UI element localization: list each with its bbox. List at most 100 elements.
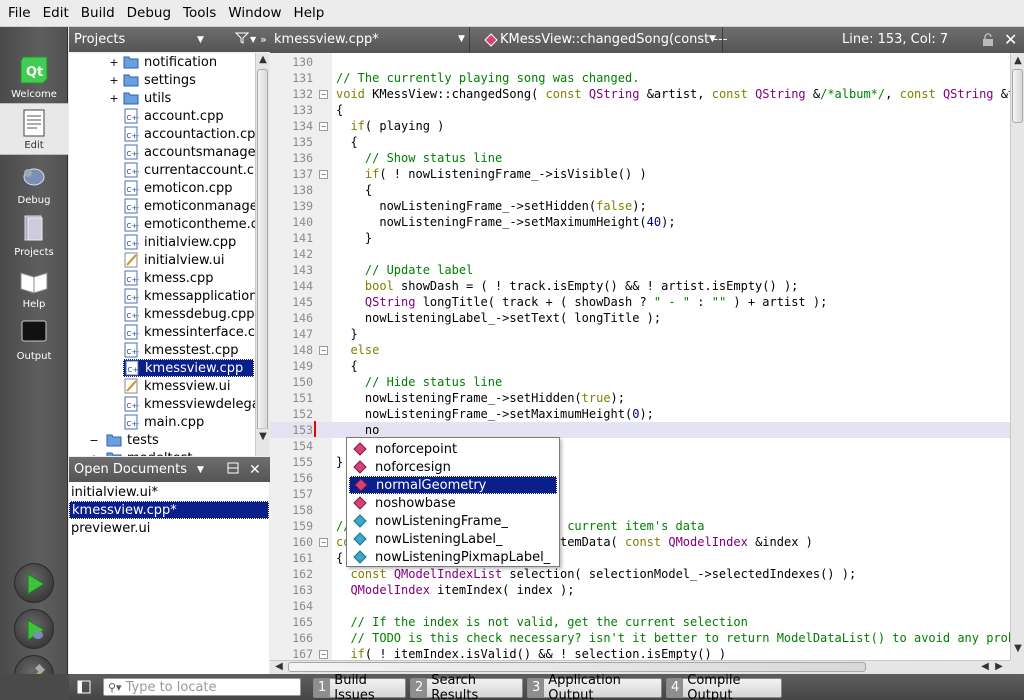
- tree-item[interactable]: + notification: [109, 53, 217, 71]
- tree-item[interactable]: C++ kmess.cpp: [123, 269, 214, 287]
- scroll-up-icon[interactable]: ▲: [1011, 55, 1024, 66]
- debug-run-button[interactable]: [14, 609, 54, 649]
- line-number: 139: [292, 199, 313, 213]
- completion-item[interactable]: noforcepoint: [349, 440, 557, 458]
- tree-item[interactable]: C++ initialview.cpp: [123, 233, 236, 251]
- line-number: 159: [292, 519, 313, 533]
- tree-scrollbar[interactable]: ▲: [255, 53, 269, 456]
- editor-hscroll-thumb[interactable]: [288, 662, 866, 672]
- code-line: 165 // If the index is not valid, get th…: [270, 614, 1010, 630]
- code-completion-popup[interactable]: noforcepoint noforcesign normalGeometry nos…: [346, 437, 560, 567]
- close-icon[interactable]: ✕: [249, 462, 261, 478]
- chevron-down-icon[interactable]: ▼: [197, 465, 204, 475]
- expand-icon[interactable]: +: [109, 92, 119, 105]
- fold-marker-icon[interactable]: −: [319, 650, 328, 659]
- tree-item[interactable]: C++ kmessapplication.c: [123, 287, 269, 305]
- menu-file[interactable]: File: [2, 5, 37, 21]
- run-button[interactable]: [14, 563, 54, 603]
- mode-output[interactable]: Output: [0, 313, 68, 365]
- tree-item[interactable]: + modeltest: [89, 449, 192, 456]
- menu-edit[interactable]: Edit: [37, 5, 75, 21]
- fold-marker-icon[interactable]: −: [319, 538, 328, 547]
- more-icon[interactable]: »: [260, 33, 267, 46]
- completion-item[interactable]: normalGeometry: [349, 476, 557, 494]
- collapse-icon[interactable]: −: [89, 434, 99, 447]
- tab-compile-output[interactable]: 4 Compile Output: [666, 673, 782, 700]
- split-icon[interactable]: [227, 462, 239, 478]
- completion-item[interactable]: nowListeningLabel_: [349, 530, 557, 548]
- scroll-left-icon[interactable]: ◀: [978, 661, 992, 672]
- editor-scrollbar[interactable]: ▲ ▼: [1010, 53, 1024, 660]
- tab-search-results[interactable]: 2 Search Results: [410, 673, 523, 700]
- scroll-down-icon[interactable]: ▼: [256, 431, 270, 442]
- tree-item[interactable]: + settings: [109, 71, 195, 89]
- completion-item[interactable]: noforcesign: [349, 458, 557, 476]
- symbol-selector[interactable]: KMessView::changedSong(const ---: [500, 32, 727, 47]
- tree-item[interactable]: C++ kmessviewdelegat: [123, 395, 265, 413]
- menu-tools[interactable]: Tools: [177, 5, 222, 21]
- scroll-up-icon[interactable]: ▲: [256, 54, 270, 65]
- file-selector[interactable]: kmessview.cpp*: [274, 32, 379, 47]
- editor-hscrollbar[interactable]: ◀ ◀ ▶: [270, 660, 1010, 674]
- close-icon[interactable]: ✕: [1004, 30, 1017, 49]
- scroll-down-icon[interactable]: ▼: [1011, 643, 1024, 654]
- tree-item[interactable]: C++ accountaction.cpp: [123, 125, 264, 143]
- tree-scroll-down[interactable]: ▼: [255, 428, 269, 456]
- tree-item[interactable]: C++ main.cpp: [123, 413, 204, 431]
- lock-icon[interactable]: [981, 33, 995, 51]
- menu-debug[interactable]: Debug: [121, 5, 177, 21]
- fold-marker-icon[interactable]: −: [319, 90, 328, 99]
- open-document-item[interactable]: previewer.ui: [69, 519, 269, 537]
- tree-item[interactable]: initialview.ui: [123, 251, 224, 269]
- menu-help[interactable]: Help: [288, 5, 331, 21]
- tab-build-issues[interactable]: 1 Build Issues: [313, 673, 406, 700]
- menu-window[interactable]: Window: [222, 5, 287, 21]
- chevron-down-icon[interactable]: ▼: [197, 35, 204, 45]
- open-document-item[interactable]: kmessview.cpp*: [69, 501, 269, 519]
- scroll-left-icon[interactable]: ◀: [272, 661, 286, 672]
- tree-item[interactable]: C++ kmessview.cpp: [123, 359, 254, 377]
- mode-welcome[interactable]: Qt Welcome: [0, 51, 68, 103]
- tree-item[interactable]: − tests: [89, 431, 158, 449]
- chevron-down-icon[interactable]: ▼: [709, 34, 716, 44]
- mode-edit[interactable]: Edit: [0, 103, 68, 155]
- toggle-sidebar-icon[interactable]: [77, 680, 91, 698]
- scroll-right-icon[interactable]: ▶: [992, 661, 1006, 672]
- chevron-down-icon[interactable]: ▼: [458, 34, 465, 44]
- tree-item[interactable]: C++ kmessdebug.cpp: [123, 305, 255, 323]
- open-documents-title[interactable]: Open Documents: [69, 462, 187, 477]
- line-number: 130: [292, 55, 313, 69]
- tree-item[interactable]: + utils: [109, 89, 171, 107]
- tree-item[interactable]: C++ kmessinterface.cp: [123, 323, 263, 341]
- locator-field[interactable]: ⚲▾ Type to locate: [103, 678, 301, 696]
- mode-projects[interactable]: Projects: [0, 209, 68, 261]
- menu-build[interactable]: Build: [75, 5, 121, 21]
- completion-item[interactable]: nowListeningFrame_: [349, 512, 557, 530]
- tree-item[interactable]: C++ account.cpp: [123, 107, 224, 125]
- expand-icon[interactable]: +: [89, 452, 99, 457]
- fold-marker-icon[interactable]: −: [319, 122, 328, 131]
- fold-marker-icon[interactable]: −: [319, 346, 328, 355]
- tree-item[interactable]: kmessview.ui: [123, 377, 230, 395]
- filter-icon[interactable]: [234, 32, 250, 48]
- tree-scroll-thumb[interactable]: [257, 69, 268, 449]
- filter-dropdown-icon[interactable]: ▼: [250, 35, 256, 44]
- completion-item[interactable]: nowListeningPixmapLabel_: [349, 548, 557, 566]
- tree-item[interactable]: C++ kmesstest.cpp: [123, 341, 239, 359]
- mode-debug[interactable]: Debug: [0, 157, 68, 209]
- tree-item[interactable]: C++ currentaccount.cp: [123, 161, 262, 179]
- editor-scroll-thumb[interactable]: [1012, 69, 1023, 123]
- code-editor[interactable]: 130 131 // The currently playing song was …: [270, 53, 1010, 660]
- projects-view-selector[interactable]: Projects: [69, 32, 199, 47]
- open-document-item[interactable]: initialview.ui*: [69, 483, 269, 501]
- tree-item[interactable]: C++ accountsmanager.: [123, 143, 264, 161]
- tab-application-output[interactable]: 3 Application Output: [527, 673, 662, 700]
- expand-icon[interactable]: +: [109, 56, 119, 69]
- completion-item[interactable]: noshowbase: [349, 494, 557, 512]
- tree-item[interactable]: C++ emoticonmanager.: [123, 197, 266, 215]
- fold-marker-icon[interactable]: −: [319, 170, 328, 179]
- tree-item[interactable]: C++ emoticon.cpp: [123, 179, 232, 197]
- mode-help[interactable]: Help: [0, 261, 68, 313]
- expand-icon[interactable]: +: [109, 74, 119, 87]
- tree-item[interactable]: C++ emoticontheme.cp: [123, 215, 266, 233]
